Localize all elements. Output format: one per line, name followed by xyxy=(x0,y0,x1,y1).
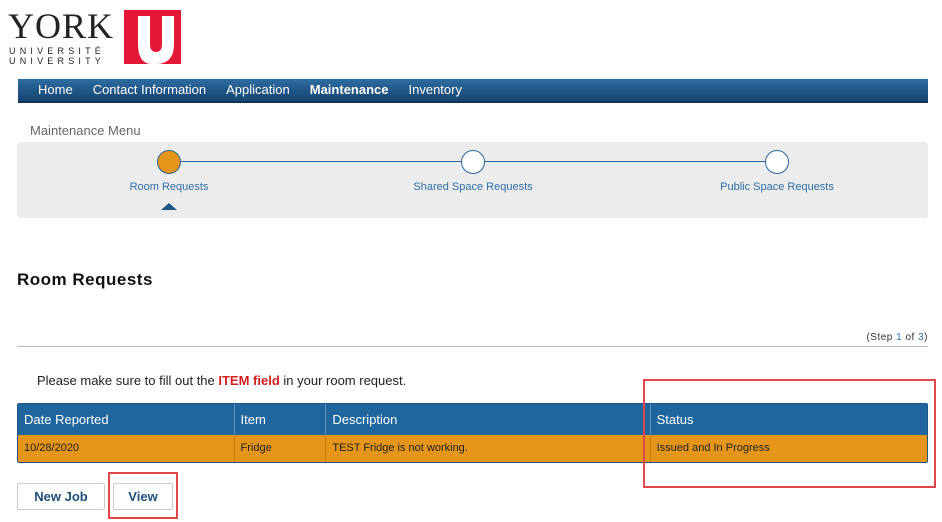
step-shared-space-label[interactable]: Shared Space Requests xyxy=(413,181,532,193)
cell-date-reported[interactable]: 10/28/2020 xyxy=(18,435,235,462)
step-room-requests-indicator[interactable] xyxy=(157,150,181,174)
york-university-logo: YORK UNIVERSITÉ UNIVERSITY xyxy=(8,8,183,66)
status-highlight-box xyxy=(643,379,936,488)
cell-item[interactable]: Fridge xyxy=(234,435,327,462)
main-navbar: Home Contact Information Application Mai… xyxy=(18,79,928,103)
york-u-logo-icon xyxy=(124,10,181,64)
nav-application[interactable]: Application xyxy=(216,79,300,101)
step-public-space-indicator[interactable] xyxy=(765,150,789,174)
view-highlight-box xyxy=(108,472,178,519)
nav-maintenance[interactable]: Maintenance xyxy=(300,79,399,101)
logo-university: UNIVERSITY xyxy=(9,56,106,66)
logo-universite: UNIVERSITÉ xyxy=(9,46,106,56)
step-public-space-label[interactable]: Public Space Requests xyxy=(720,181,834,193)
header-date-reported[interactable]: Date Reported xyxy=(18,404,235,435)
maintenance-menu-label: Maintenance Menu xyxy=(30,123,141,138)
logo-wordmark: YORK xyxy=(8,6,115,46)
cell-description[interactable]: TEST Fridge is not working. xyxy=(326,435,651,462)
nav-home[interactable]: Home xyxy=(28,79,83,101)
section-divider xyxy=(17,346,928,347)
step-connector xyxy=(181,161,475,162)
step-connector xyxy=(485,161,779,162)
step-room-requests-label[interactable]: Room Requests xyxy=(130,181,209,193)
page-title: Room Requests xyxy=(17,270,153,289)
header-item[interactable]: Item xyxy=(234,404,327,435)
item-field-highlight: ITEM field xyxy=(218,373,280,388)
step-counter: (Step 1 of 3) xyxy=(866,332,928,343)
new-job-button[interactable]: New Job xyxy=(17,483,105,510)
current-step-pointer-icon xyxy=(161,203,177,210)
item-field-notice: Please make sure to fill out the ITEM fi… xyxy=(37,373,407,388)
maintenance-stepper: Room Requests Shared Space Requests Publ… xyxy=(17,142,928,218)
nav-contact-information[interactable]: Contact Information xyxy=(83,79,216,101)
step-shared-space-indicator[interactable] xyxy=(461,150,485,174)
nav-inventory[interactable]: Inventory xyxy=(399,79,472,101)
header-description[interactable]: Description xyxy=(326,404,651,435)
